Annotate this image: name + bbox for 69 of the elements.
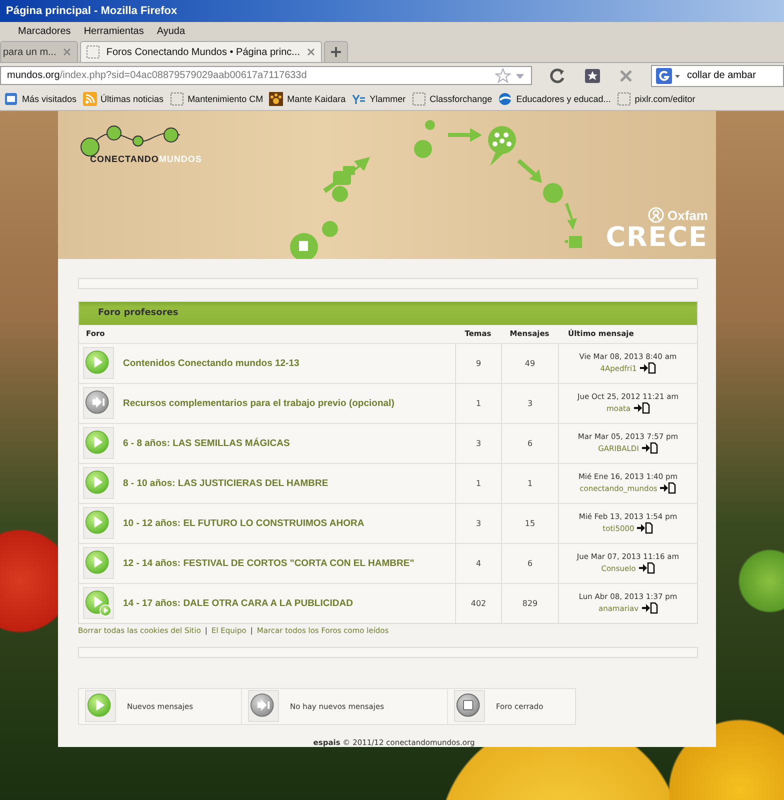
bookmark-item[interactable]: Classforchange <box>412 92 492 106</box>
forum-link[interactable]: 10 - 12 años: EL FUTURO LO CONSTRUIMOS AHORA <box>123 518 364 529</box>
globe-icon <box>498 92 512 106</box>
post-count: 6 <box>527 558 533 568</box>
reload-icon[interactable] <box>550 68 566 84</box>
topic-count: 1 <box>476 478 482 488</box>
topic-count: 4 <box>476 558 482 568</box>
new-tab-button[interactable] <box>324 41 348 62</box>
url-host: mundos.org <box>7 70 60 81</box>
logo-text: CONECTANDO <box>90 154 159 164</box>
search-engine-icon[interactable] <box>656 68 681 84</box>
campaign-name: CRECE <box>606 223 708 253</box>
menu-item[interactable]: Herramientas <box>84 26 144 36</box>
section-title: Foro profesores <box>98 308 178 318</box>
topic-count: 402 <box>470 598 486 608</box>
menu-item[interactable]: Ayuda <box>156 26 186 36</box>
bookmark-icon[interactable] <box>584 68 601 84</box>
feed-icon <box>82 92 97 106</box>
go-to-post-icon[interactable] <box>642 442 658 454</box>
star-icon[interactable] <box>495 68 511 83</box>
go-to-post-icon[interactable] <box>640 362 656 374</box>
page-icon <box>170 92 184 106</box>
oxfam-logo-icon <box>648 207 664 223</box>
post-count: 6 <box>527 438 533 448</box>
topic-count: 3 <box>476 438 482 448</box>
window-title: Página principal - Mozilla Firefox <box>6 5 178 17</box>
post-count: 3 <box>527 398 533 408</box>
page-icon <box>86 45 100 59</box>
bookmark-item[interactable]: Últimas noticias <box>82 92 164 106</box>
go-to-post-icon[interactable] <box>637 522 654 534</box>
address-field[interactable]: mundos.org/index.php?sid=04ac08879579029aab00617a7117633d <box>0 66 532 85</box>
browser-icon <box>4 92 18 106</box>
tab-label: para un m... <box>3 46 56 58</box>
close-icon[interactable] <box>306 47 316 57</box>
bookmark-item[interactable]: pixlr.com/editor <box>616 92 696 106</box>
post-count: 829 <box>522 598 538 608</box>
post-count: 15 <box>524 518 536 528</box>
page-icon <box>616 92 631 106</box>
bookmark-item[interactable]: Más visitados <box>4 92 77 106</box>
forum-link[interactable]: 6 - 8 años: LAS SEMILLAS MÁGICAS <box>123 438 290 449</box>
bookmark-item[interactable]: Educadores y educad... <box>498 92 611 106</box>
topic-count: 1 <box>476 398 482 408</box>
ylammer-icon <box>352 92 366 106</box>
page-icon <box>412 92 426 106</box>
browser-tab[interactable]: para un m... <box>0 41 78 62</box>
browser-tab[interactable]: Foros Conectando Mundos • Página princ... <box>80 41 322 62</box>
bookmark-item[interactable]: Ylammer <box>352 92 406 106</box>
go-to-post-icon[interactable] <box>660 482 676 494</box>
forum-link[interactable]: Contenidos Conectando mundos 12-13 <box>123 358 300 369</box>
search-field[interactable]: collar de ambar <box>651 64 784 86</box>
post-count: 1 <box>527 478 533 488</box>
paw-icon <box>269 92 284 106</box>
topic-count: 3 <box>476 518 482 528</box>
forum-link[interactable]: 8 - 10 años: LAS JUSTICIERAS DEL HAMBRE <box>123 478 328 489</box>
topic-count: 9 <box>476 358 482 368</box>
go-to-post-icon[interactable] <box>642 602 658 614</box>
bookmark-item[interactable]: Mantenimiento CM <box>170 92 264 106</box>
post-count: 49 <box>524 358 536 368</box>
partner-name: Oxfam <box>668 208 708 222</box>
url-path: /index.php?sid=04ac08879579029aab00617a7117633d <box>60 70 307 81</box>
bookmark-item[interactable]: Mante Kaidara <box>269 92 346 106</box>
forum-link[interactable]: 14 - 17 años: DALE OTRA CARA A LA PUBLICIDAD <box>123 598 353 609</box>
menu-item[interactable]: Marcadores <box>18 26 71 36</box>
tab-label: Foros Conectando Mundos • Página princ... <box>106 46 300 58</box>
logo-text: MUNDOS <box>158 154 202 164</box>
go-to-post-icon[interactable] <box>638 562 655 574</box>
plus-icon <box>330 46 342 58</box>
search-value: collar de ambar <box>687 70 756 81</box>
go-to-post-icon[interactable] <box>634 402 650 414</box>
